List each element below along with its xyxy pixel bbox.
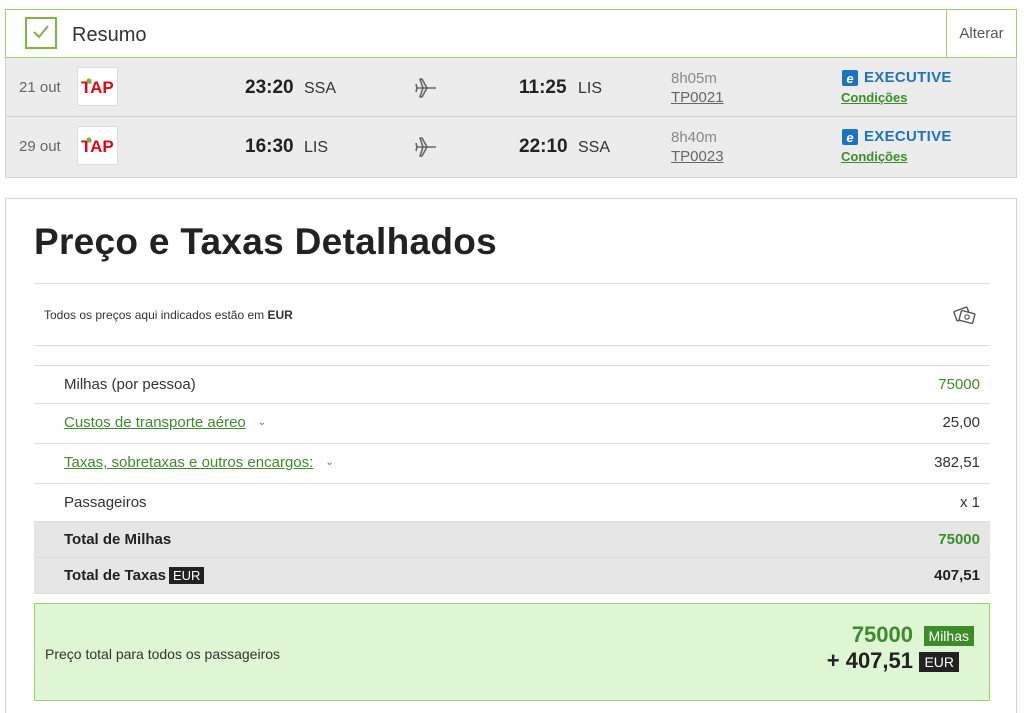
change-button[interactable]: Alterar xyxy=(946,10,1016,57)
fee-row-transport[interactable]: Custos de transporte aéreo ⌄ 25,00 xyxy=(34,404,990,444)
fee-row-miles: Milhas (por pessoa) 75000 xyxy=(34,366,990,404)
price-title: Preço e Taxas Detalhados xyxy=(34,221,498,262)
currency-note-row: Todos os preços aqui indicados estão em … xyxy=(34,283,990,346)
depart-code: LIS xyxy=(304,139,329,156)
flight-duration: 8h05m xyxy=(671,70,717,87)
total-miles-label: Total de Milhas xyxy=(64,531,172,548)
flight-number-link[interactable]: TP0021 xyxy=(671,89,724,106)
airline-logo: TAP xyxy=(77,126,118,165)
fee-table: Milhas (por pessoa) 75000 Custos de tran… xyxy=(34,365,990,594)
miles-badge: Milhas xyxy=(923,626,974,646)
executive-cabin-icon: e xyxy=(842,129,858,145)
chevron-down-icon: ⌄ xyxy=(257,417,267,428)
arrive-code: LIS xyxy=(578,80,603,97)
total-taxes-label-group: Total de Taxas EUR xyxy=(64,567,205,584)
grand-total-box: Preço total para todos os passageiros 75… xyxy=(34,603,990,701)
fee-value: x 1 xyxy=(959,494,980,511)
fee-label: Passageiros xyxy=(64,494,147,511)
total-miles-value: 75000 xyxy=(938,531,980,548)
airline-logo-text: TAP xyxy=(81,137,114,155)
total-taxes-row: Total de Taxas EUR 407,51 xyxy=(34,558,990,594)
fee-label: Milhas (por pessoa) xyxy=(64,376,196,393)
grand-total-miles: 75000 xyxy=(851,622,913,647)
fee-row-passengers: Passageiros x 1 xyxy=(34,484,990,522)
summary-header: Resumo Alterar xyxy=(5,9,1017,58)
flight-number-link[interactable]: TP0023 xyxy=(671,148,724,165)
total-miles-row: Total de Milhas 75000 xyxy=(34,522,990,558)
taxes-toggle[interactable]: Taxas, sobretaxas e outros encargos: ⌄ xyxy=(64,454,334,471)
transport-costs-toggle[interactable]: Custos de transporte aéreo ⌄ xyxy=(64,414,266,431)
flight-row-return: 29 out TAP 16:30 LIS 22:10 SSA 8h40m TP0… xyxy=(6,117,1016,177)
plane-icon xyxy=(414,77,438,104)
flight-duration: 8h40m xyxy=(671,129,717,146)
flight-row-outbound: 21 out TAP 23:20 SSA 11:25 LIS 8h05m TP0… xyxy=(6,58,1016,117)
cabin-class: EXECUTIVE xyxy=(864,128,952,145)
airline-logo-text: TAP xyxy=(81,78,114,96)
arrive-time: 11:25 xyxy=(519,77,567,98)
conditions-link[interactable]: Condições xyxy=(841,149,907,164)
check-icon xyxy=(25,17,57,49)
summary-title: Resumo xyxy=(72,24,147,46)
plane-icon xyxy=(414,136,438,163)
fee-value: 75000 xyxy=(938,376,980,393)
fee-label-text: Taxas, sobretaxas e outros encargos: xyxy=(64,454,314,471)
flight-date: 21 out xyxy=(19,79,61,96)
fee-value: 382,51 xyxy=(934,454,980,471)
arrive-code: SSA xyxy=(578,139,611,156)
eur-badge: EUR xyxy=(919,652,959,672)
grand-total-eur: + 407,51 xyxy=(826,648,913,673)
airline-logo: TAP xyxy=(77,67,118,106)
fee-value: 25,00 xyxy=(942,414,980,431)
fee-row-taxes[interactable]: Taxas, sobretaxas e outros encargos: ⌄ 38… xyxy=(34,444,990,484)
currency-note-currency: EUR xyxy=(267,308,293,322)
depart-code: SSA xyxy=(304,80,337,97)
depart-time: 23:20 xyxy=(245,77,294,98)
chevron-down-icon: ⌄ xyxy=(325,457,334,468)
grand-total-label: Preço total para todos os passageiros xyxy=(45,646,281,662)
flight-date: 29 out xyxy=(19,138,61,155)
arrive-time: 22:10 xyxy=(519,136,568,157)
currency-note-text: Todos os preços aqui indicados estão em xyxy=(44,308,265,322)
total-taxes-label: Total de Taxas xyxy=(64,567,166,584)
total-taxes-value: 407,51 xyxy=(934,567,980,584)
executive-cabin-icon: e xyxy=(842,70,858,86)
depart-time: 16:30 xyxy=(245,136,294,157)
currency-note: Todos os preços aqui indicados estão em … xyxy=(44,308,293,322)
currency-badge: EUR xyxy=(168,567,205,584)
currency-exchange-icon[interactable] xyxy=(952,303,978,332)
price-details-card: Preço e Taxas Detalhados Todos os preços… xyxy=(5,198,1017,713)
conditions-link[interactable]: Condições xyxy=(841,90,907,105)
flight-list: 21 out TAP 23:20 SSA 11:25 LIS 8h05m TP0… xyxy=(5,58,1017,178)
fee-label-text: Custos de transporte aéreo xyxy=(64,414,246,431)
cabin-class: EXECUTIVE xyxy=(864,69,952,86)
